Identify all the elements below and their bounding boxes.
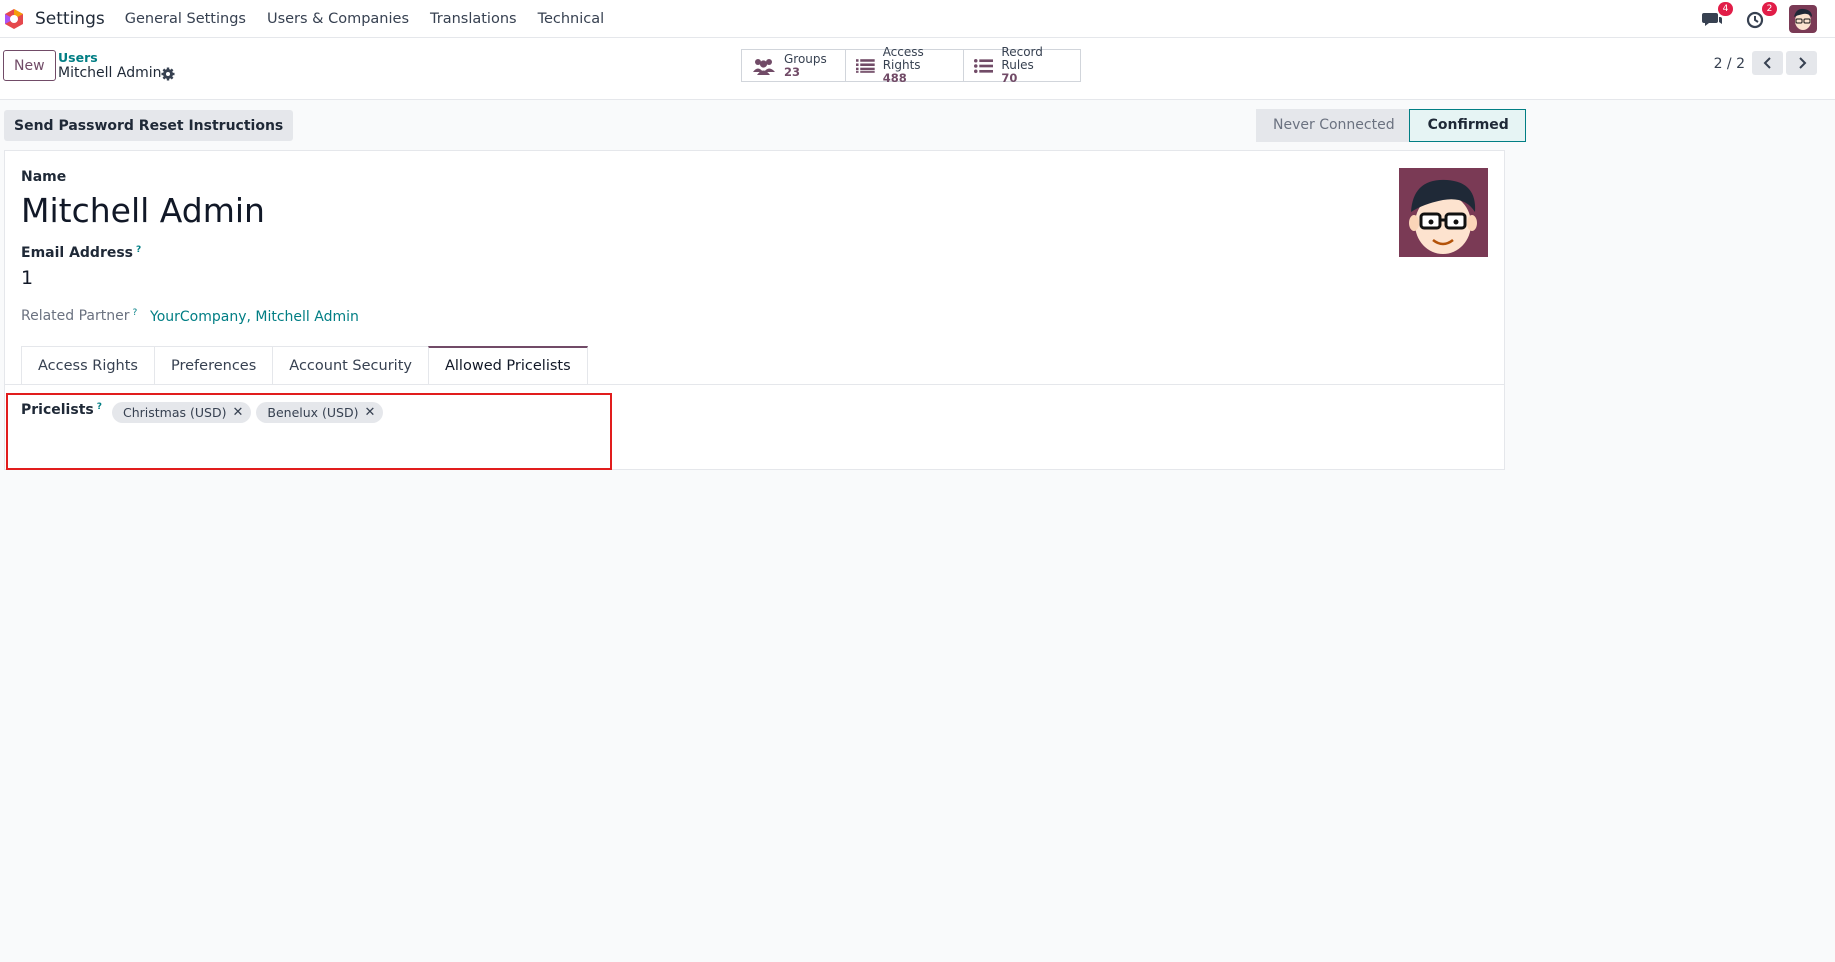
top-navbar: Settings General Settings Users & Compan…	[0, 0, 1835, 38]
list-icon	[856, 58, 875, 73]
chevron-right-icon	[1798, 57, 1806, 69]
remove-tag-icon[interactable]: ✕	[232, 402, 243, 423]
menu-translations[interactable]: Translations	[430, 11, 517, 27]
smart-button-count: 23	[784, 64, 801, 79]
related-partner-link[interactable]: YourCompany, Mitchell Admin	[150, 309, 359, 325]
app-title[interactable]: Settings	[35, 9, 105, 29]
tabs-divider	[5, 384, 1504, 385]
status-never-connected[interactable]: Never Connected	[1256, 109, 1409, 142]
new-button[interactable]: New	[3, 50, 56, 81]
pricelists-label-text: Pricelists	[21, 402, 94, 418]
smart-button-label: Access Rights	[882, 45, 924, 72]
avatar-face-icon	[1789, 5, 1817, 33]
smart-button-label: Record Rules	[1001, 45, 1043, 72]
email-field[interactable]: 1	[21, 267, 33, 289]
related-partner-label-text: Related Partner	[21, 308, 130, 324]
tab-account-security[interactable]: Account Security	[272, 346, 429, 385]
pager-previous-button[interactable]	[1752, 51, 1783, 75]
control-panel: New Users Mitchell Admin Groups 23 Acces…	[0, 38, 1835, 100]
smart-button-groups[interactable]: Groups 23	[742, 50, 846, 81]
chevron-left-icon	[1763, 57, 1771, 69]
avatar-face-icon	[1399, 168, 1488, 257]
help-icon[interactable]: ?	[97, 402, 102, 412]
menu-general-settings[interactable]: General Settings	[125, 11, 246, 27]
smart-button-count: 70	[1001, 71, 1018, 85]
smart-button-count: 488	[882, 71, 907, 85]
messages-button[interactable]: 4	[1701, 2, 1733, 30]
send-password-reset-button[interactable]: Send Password Reset Instructions	[4, 110, 294, 141]
pager-value[interactable]: 2 / 2	[1714, 56, 1745, 72]
remove-tag-icon[interactable]: ✕	[364, 402, 375, 423]
email-label: Email Address?	[21, 245, 141, 261]
help-icon[interactable]: ?	[136, 245, 141, 255]
statusbar: Never Connected Confirmed	[1256, 109, 1526, 142]
smart-buttons: Groups 23 Access Rights 488 Record Rules…	[741, 46, 1081, 85]
related-partner-label: Related Partner?	[21, 308, 137, 324]
user-photo[interactable]	[1399, 168, 1488, 257]
pricelist-tag: Christmas (USD) ✕	[112, 402, 252, 423]
pricelists-label: Pricelists?	[21, 402, 102, 418]
pricelist-tag-label: Christmas (USD)	[123, 405, 227, 420]
form-sheet: Name Mitchell Admin Email Address? 1 Rel…	[4, 150, 1505, 470]
odoo-logo-icon[interactable]	[3, 8, 25, 30]
pricelist-tag-label: Benelux (USD)	[267, 405, 359, 420]
gear-icon[interactable]	[161, 67, 175, 81]
tab-preferences[interactable]: Preferences	[154, 346, 274, 385]
menu-users-companies[interactable]: Users & Companies	[267, 11, 409, 27]
user-avatar[interactable]	[1789, 5, 1817, 33]
list-icon	[974, 58, 994, 73]
status-confirmed[interactable]: Confirmed	[1408, 109, 1526, 142]
smart-button-record-rules[interactable]: Record Rules 70	[964, 46, 1080, 85]
breadcrumb-users-link[interactable]: Users	[58, 50, 98, 65]
tab-allowed-pricelists[interactable]: Allowed Pricelists	[427, 346, 588, 385]
pager-next-button[interactable]	[1786, 51, 1817, 75]
help-icon[interactable]: ?	[133, 308, 138, 318]
email-label-text: Email Address	[21, 245, 134, 261]
activities-badge: 2	[1762, 2, 1777, 16]
messages-badge: 4	[1718, 2, 1733, 16]
name-label: Name	[21, 169, 67, 185]
pricelists-field[interactable]: Christmas (USD) ✕ Benelux (USD) ✕	[112, 402, 388, 423]
notebook-tabs: Access Rights Preferences Account Securi…	[21, 346, 588, 385]
smart-button-label: Groups	[784, 51, 827, 66]
tab-access-rights[interactable]: Access Rights	[21, 346, 155, 385]
menu-technical[interactable]: Technical	[538, 11, 605, 27]
smart-button-access-rights[interactable]: Access Rights 488	[846, 46, 964, 85]
name-field[interactable]: Mitchell Admin	[21, 191, 265, 230]
activities-button[interactable]: 2	[1745, 2, 1777, 30]
pricelist-tag: Benelux (USD) ✕	[256, 402, 384, 423]
breadcrumb-current: Mitchell Admin	[58, 65, 162, 81]
users-icon	[753, 58, 775, 75]
